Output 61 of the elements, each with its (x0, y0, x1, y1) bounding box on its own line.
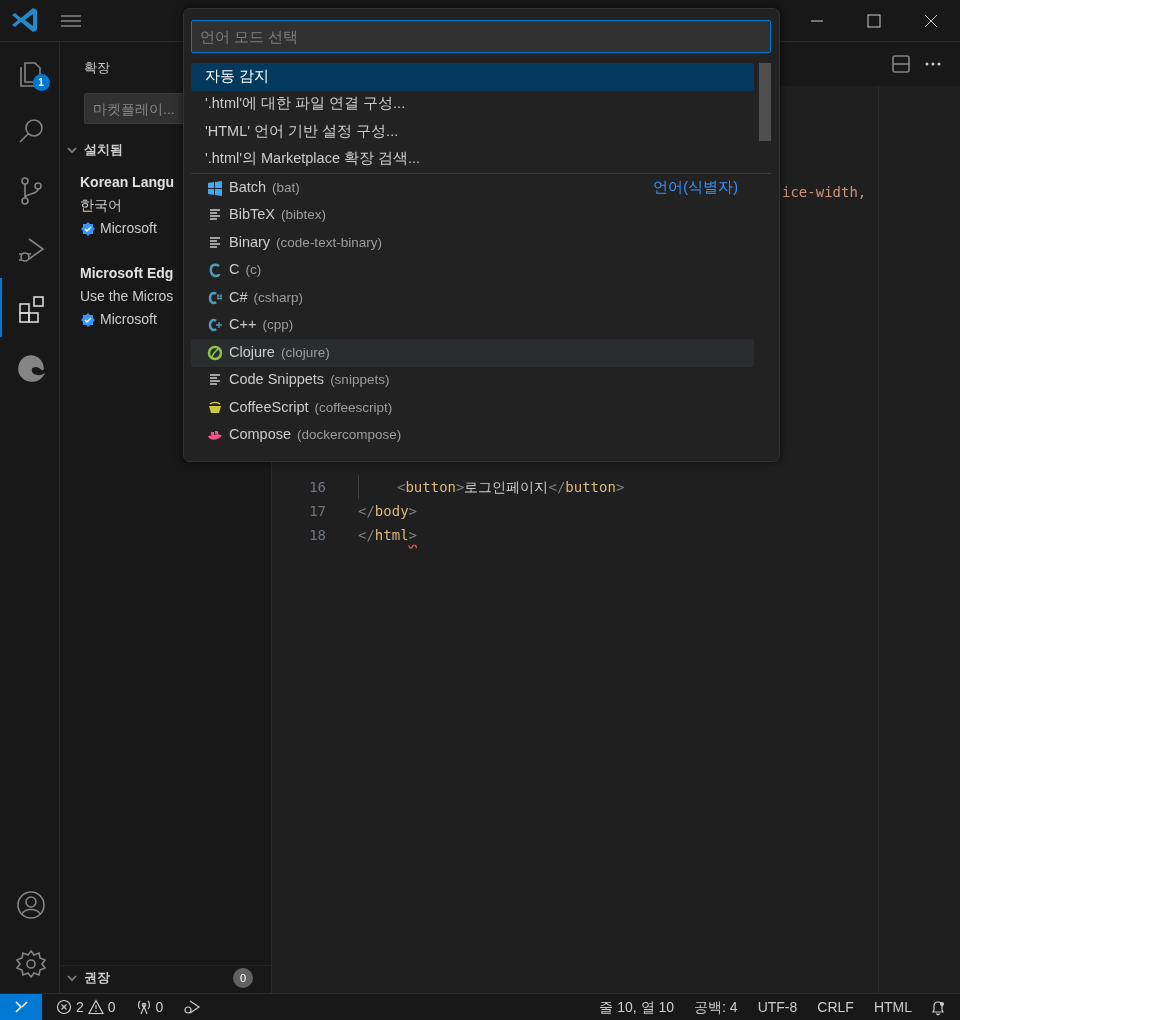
line-number: 16 (308, 478, 326, 497)
publisher-name: Microsoft (100, 310, 157, 329)
split-editor-icon[interactable] (892, 55, 910, 73)
app-logo-icon (12, 7, 38, 34)
publisher-name: Microsoft (100, 219, 157, 238)
run-debug-icon (183, 999, 202, 1015)
windows-logo-icon (207, 179, 223, 196)
quick-pick-item[interactable]: Compose (dockercompose) (191, 421, 754, 449)
notification-badge: 1 (32, 74, 50, 91)
c-sharp-icon (207, 289, 223, 306)
c-letter-icon (207, 262, 223, 279)
code-line: </html> (358, 526, 417, 545)
antenna-icon (135, 999, 152, 1015)
bell-icon (930, 999, 946, 1016)
menu-icon[interactable] (60, 12, 82, 29)
quick-pick-item[interactable]: 자동 감지 (191, 63, 754, 91)
language-mode-input[interactable]: 언어 모드 선택 (191, 20, 771, 53)
text-lines-icon (207, 234, 223, 251)
code-line: <button>로그인페이지</button> (358, 475, 625, 499)
account-icon (14, 888, 47, 921)
extension-description: Use the Micros (80, 287, 174, 306)
status-item[interactable]: 공백: 4 (686, 995, 746, 1019)
quick-pick-item[interactable]: '.html'의 Marketplace 확장 검색... (191, 145, 754, 173)
line-number: 17 (308, 502, 326, 521)
quick-pick-item[interactable]: CoffeeScript (coffeescript) (191, 394, 754, 422)
cup-icon (207, 399, 223, 416)
error-icon (56, 999, 72, 1015)
c-plus-icon (207, 317, 223, 334)
chevron-down-icon (66, 144, 78, 156)
status-item[interactable]: UTF-8 (749, 995, 806, 1019)
quick-pick-item[interactable]: C# (csharp) (191, 284, 754, 312)
status-item[interactable]: HTML (865, 995, 920, 1019)
problems-button[interactable]: 2 0 (50, 995, 122, 1019)
more-actions-icon[interactable] (924, 61, 942, 67)
quick-pick-item[interactable]: Code Snippets (snippets) (191, 366, 754, 394)
extension-description: 한국어 (80, 196, 122, 215)
section-header[interactable]: 권장 0 (60, 966, 271, 990)
remote-button[interactable] (0, 994, 42, 1020)
line-number: 18 (308, 526, 326, 545)
quick-pick-item[interactable]: Binary (code-text-binary) (191, 229, 754, 257)
status-item[interactable]: 줄 10, 열 10 (591, 995, 683, 1019)
warning-icon (87, 999, 104, 1015)
quick-pick-item[interactable]: Batch (bat) 언어(식별자) (191, 174, 754, 202)
chevron-down-icon (66, 972, 78, 984)
clojure-logo-icon (207, 344, 223, 361)
settings-icon (14, 947, 47, 980)
quick-pick-item[interactable]: C (c) (191, 256, 754, 284)
remote-icon (13, 1000, 29, 1014)
sidebar-title: 확장 (84, 58, 110, 77)
extension-name: Korean Langu (80, 173, 175, 192)
code-line: </body> (358, 502, 417, 521)
code-text: ice-width, (782, 184, 867, 200)
status-item[interactable]: CRLF (809, 995, 862, 1019)
activity-bar-tab[interactable]: 1 (0, 42, 60, 101)
quick-pick-item[interactable]: BibTeX (bibtex) (191, 201, 754, 229)
ports-button[interactable]: 0 (129, 995, 170, 1019)
count-badge: 0 (233, 968, 253, 988)
quick-pick-item[interactable]: Clojure (clojure) (191, 339, 754, 367)
quick-pick-item[interactable]: C++ (cpp) (191, 311, 754, 339)
extension-name: Microsoft Edg (80, 264, 174, 283)
scrollbar-thumb[interactable] (759, 63, 771, 141)
